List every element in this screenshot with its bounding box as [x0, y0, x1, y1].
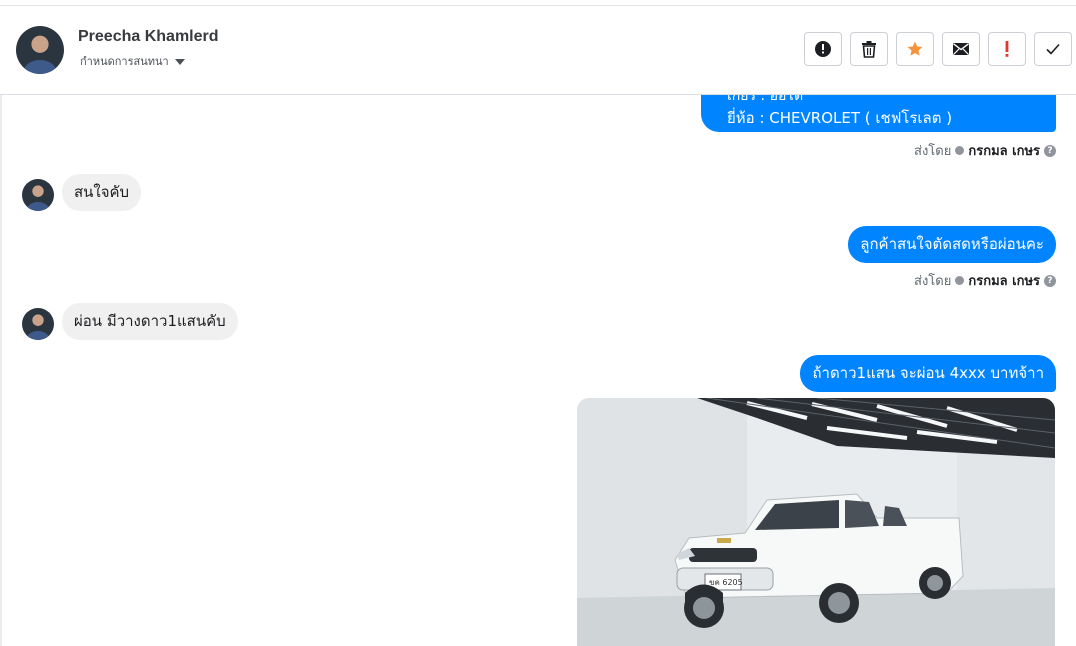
car-photo: ขค 6205: [577, 398, 1055, 646]
sent-by-info: ส่งโดย กรกมล เกษร ?: [914, 270, 1056, 291]
agent-name[interactable]: กรกมล เกษร: [968, 270, 1040, 291]
message-line: ยี่ห้อ : CHEVROLET ( เชฟโรเลต ): [727, 109, 953, 127]
status-dot-icon: [955, 146, 965, 155]
incoming-message-bubble[interactable]: ผ่อน มีวางดาว1แสนคับ: [62, 303, 238, 340]
license-plate-text: ขค 6205: [709, 578, 743, 587]
outgoing-message-bubble[interactable]: ลูกค้าสนใจตัดสดหรือผ่อนคะ: [848, 226, 1056, 263]
exclamation-circle-icon: [815, 41, 831, 57]
message-text: ลูกค้าสนใจตัดสดหรือผ่อนคะ: [860, 235, 1044, 253]
outgoing-message-bubble[interactable]: เกียร์ : ออโต้ ยี่ห้อ : CHEVROLET ( เชฟโ…: [701, 95, 1056, 132]
report-button[interactable]: [804, 32, 842, 66]
star-icon: [907, 41, 923, 56]
check-icon: [1046, 43, 1060, 55]
sent-by-label: ส่งโดย: [914, 274, 952, 289]
help-icon[interactable]: ?: [1044, 144, 1056, 157]
incoming-message-bubble[interactable]: สนใจคับ: [62, 174, 142, 211]
mark-unread-button[interactable]: [942, 32, 980, 66]
contact-avatar-small[interactable]: [22, 308, 54, 340]
agent-name[interactable]: กรกมล เกษร: [968, 140, 1040, 161]
delete-button[interactable]: [850, 32, 888, 66]
status-dot-icon: [955, 276, 965, 285]
conversation-settings-dropdown[interactable]: กำหนดการสนทนา: [80, 52, 185, 70]
trash-icon: [862, 41, 876, 58]
caret-down-icon: [174, 59, 185, 65]
sent-by-label: ส่งโดย: [914, 144, 952, 159]
message-text: ถ้าดาว1แสน จะผ่อน 4xxx บาทจ้าา: [812, 364, 1044, 382]
header-actions: [804, 32, 1072, 66]
image-attachment[interactable]: ขค 6205: [577, 398, 1055, 646]
help-icon[interactable]: ?: [1044, 274, 1056, 287]
contact-name[interactable]: Preecha Khamlerd: [78, 28, 219, 46]
message-text: สนใจคับ: [74, 183, 130, 201]
done-button[interactable]: [1034, 32, 1072, 66]
message-text: ผ่อน มีวางดาว1แสนคับ: [74, 312, 226, 330]
contact-avatar-small[interactable]: [22, 179, 54, 211]
outgoing-message-bubble[interactable]: ถ้าดาว1แสน จะผ่อน 4xxx บาทจ้าา: [800, 355, 1056, 392]
conversation-header: Preecha Khamlerd กำหนดการสนทนา: [0, 6, 1076, 95]
conversation-settings-label: กำหนดการสนทนา: [80, 55, 169, 68]
exclamation-icon: [1005, 41, 1009, 57]
contact-avatar[interactable]: [16, 26, 64, 74]
important-button[interactable]: [988, 32, 1026, 66]
sent-by-info: ส่งโดย กรกมล เกษร ?: [914, 140, 1056, 161]
star-button[interactable]: [896, 32, 934, 66]
envelope-icon: [953, 43, 969, 55]
